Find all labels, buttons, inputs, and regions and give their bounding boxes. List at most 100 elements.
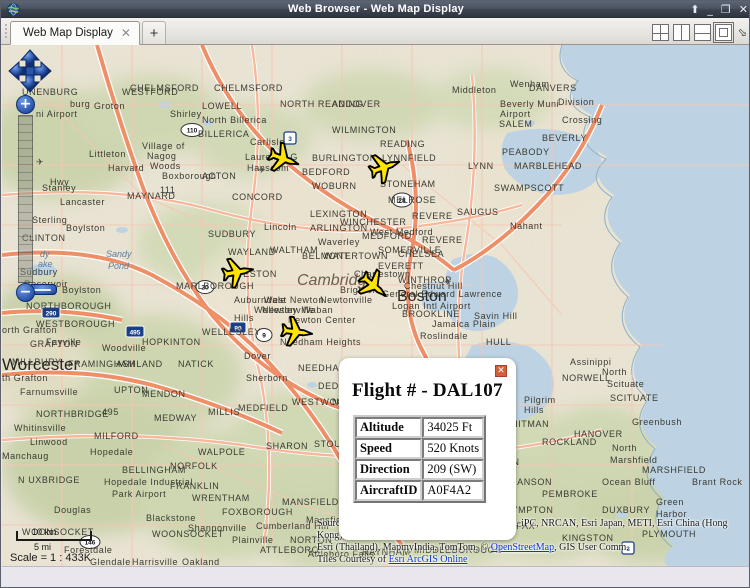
svg-text:Chestnut Hill: Chestnut Hill — [404, 281, 463, 291]
svg-text:MILLIS: MILLIS — [208, 407, 240, 417]
svg-text:WILMINGTON: WILMINGTON — [332, 125, 396, 135]
layout-single-pane-icon[interactable] — [715, 24, 732, 41]
svg-text:SWAMPSCOTT: SWAMPSCOTT — [494, 183, 564, 193]
svg-text:HOPKINTON: HOPKINTON — [142, 337, 201, 347]
row-value-altitude: 34025 Ft — [422, 417, 484, 438]
aircraft-marker-5[interactable] — [278, 313, 316, 351]
svg-text:Farnumsville: Farnumsville — [20, 387, 78, 397]
svg-text:Scituate: Scituate — [607, 379, 644, 389]
svg-text:N UXBRIDGE: N UXBRIDGE — [18, 475, 80, 485]
svg-text:HULL: HULL — [486, 337, 511, 347]
svg-text:NORTHBRIDGE: NORTHBRIDGE — [36, 409, 109, 419]
svg-text:ANDOVER: ANDOVER — [332, 99, 381, 109]
svg-text:BEDFORD: BEDFORD — [302, 167, 350, 177]
scale-mi-label: 5 mi — [34, 542, 51, 552]
svg-text:Groton: Groton — [94, 101, 125, 111]
svg-text:NORTHBOROUGH: NORTHBOROUGH — [26, 301, 112, 311]
window-title: Web Browser - Web Map Display — [1, 3, 750, 15]
svg-text:REVERE: REVERE — [422, 235, 463, 245]
minimize-button[interactable]: _ — [707, 4, 713, 15]
attribution-line-3: Tiles Courtesy of Esri ArcGIS Online — [317, 554, 747, 566]
svg-text:Park Airport: Park Airport — [112, 489, 166, 499]
tab-close-icon[interactable]: ✕ — [119, 27, 133, 39]
svg-text:WINCHESTER: WINCHESTER — [340, 217, 407, 227]
svg-text:Shirley: Shirley — [170, 109, 202, 119]
svg-text:SUDBURY: SUDBURY — [208, 229, 256, 239]
svg-text:NORFOLK: NORFOLK — [170, 461, 218, 471]
svg-text:BEVERLY: BEVERLY — [542, 133, 587, 143]
svg-text:Green: Green — [656, 497, 684, 507]
svg-text:495: 495 — [130, 330, 141, 337]
svg-text:Brant Rock: Brant Rock — [692, 477, 743, 487]
maximize-button[interactable]: ❐ — [721, 4, 731, 15]
table-row: AircraftID A0F4A2 — [355, 480, 484, 501]
svg-text:CHELMSFORD: CHELMSFORD — [214, 83, 283, 93]
svg-text:111: 111 — [160, 185, 175, 195]
openstreetmap-link[interactable]: OpenStreetMap — [491, 542, 554, 553]
svg-text:WALPOLE: WALPOLE — [198, 447, 245, 457]
svg-text:SAUGUS: SAUGUS — [457, 207, 499, 217]
svg-text:Lincoln: Lincoln — [264, 222, 297, 232]
svg-text:Crossing: Crossing — [562, 115, 602, 125]
layout-vertical-split-icon[interactable] — [673, 24, 690, 41]
svg-text:SHARON: SHARON — [266, 441, 308, 451]
toolbar-grip-icon[interactable] — [1, 17, 10, 44]
zoom-out-button[interactable]: − — [16, 283, 35, 302]
row-label-speed: Speed — [355, 438, 422, 459]
svg-text:MENDON: MENDON — [142, 389, 186, 399]
undock-arrow-icon[interactable]: ⬂ — [736, 26, 747, 39]
esri-arcgis-online-link[interactable]: Esri ArcGIS Online — [389, 554, 468, 565]
svg-text:BILLERICA: BILLERICA — [198, 129, 249, 139]
scale-km-label: 10 km — [32, 527, 57, 537]
svg-text:MARSHFIELD: MARSHFIELD — [642, 465, 706, 475]
shield-i495: 495 — [126, 326, 144, 337]
tab-web-map-display[interactable]: Web Map Display ✕ — [10, 21, 140, 45]
svg-text:WOONSOCKET: WOONSOCKET — [152, 529, 224, 539]
pan-up-icon — [21, 50, 39, 67]
map-viewport[interactable]: 495 290 90 110 3 — [2, 45, 750, 568]
attribution-line-2-pre: Esri (Thailand), MapmyIndia, TomTom, © — [317, 542, 491, 553]
svg-text:Hills: Hills — [524, 405, 544, 415]
svg-text:WRENTHAM: WRENTHAM — [192, 493, 250, 503]
svg-text:Marshfield: Marshfield — [610, 455, 658, 465]
svg-text:dy: dy — [40, 249, 50, 259]
always-on-top-button[interactable]: ⬆ — [690, 4, 699, 15]
svg-text:HANSON: HANSON — [510, 477, 552, 487]
svg-text:Manchaug: Manchaug — [2, 451, 49, 461]
svg-text:MELROSE: MELROSE — [388, 195, 436, 205]
svg-text:WOBURN: WOBURN — [312, 181, 357, 191]
popup-close-icon[interactable]: ✕ — [495, 365, 507, 377]
attribution-line-2: Esri (Thailand), MapmyIndia, TomTom, © O… — [317, 542, 747, 554]
layout-horizontal-split-icon[interactable] — [694, 24, 711, 41]
svg-text:Sterling: Sterling — [32, 215, 67, 225]
aircraft-marker-3[interactable] — [218, 252, 257, 291]
svg-text:WELLESLEY: WELLESLEY — [202, 327, 261, 337]
row-label-altitude: Altitude — [355, 417, 422, 438]
svg-text:FOXBOROUGH: FOXBOROUGH — [222, 507, 293, 517]
svg-text:ake: ake — [38, 259, 53, 269]
svg-text:Greenbush: Greenbush — [632, 417, 682, 427]
svg-text:ni Airport: ni Airport — [36, 109, 78, 119]
row-value-aircraftid: A0F4A2 — [422, 480, 484, 501]
svg-text:LOWELL: LOWELL — [202, 101, 242, 111]
svg-text:Littleton: Littleton — [89, 149, 126, 159]
svg-text:Plainville: Plainville — [232, 535, 274, 545]
svg-text:Assinippi: Assinippi — [570, 357, 611, 367]
svg-text:North Billerica: North Billerica — [202, 115, 267, 125]
svg-text:Hopedale: Hopedale — [90, 447, 133, 457]
svg-text:th Grafton: th Grafton — [2, 373, 48, 383]
layout-grid-icon[interactable] — [652, 24, 669, 41]
zoom-slider-track[interactable] — [18, 115, 33, 283]
svg-text:MEDFIELD: MEDFIELD — [238, 403, 288, 413]
close-button[interactable]: ✕ — [739, 4, 748, 15]
svg-text:Nagog: Nagog — [147, 151, 177, 161]
map-scale-bar: 10 km 5 mi Scale = 1 : 433K — [10, 528, 96, 564]
pan-control[interactable] — [8, 49, 52, 93]
svg-text:SALEM: SALEM — [499, 119, 533, 129]
svg-text:Sandy: Sandy — [106, 249, 132, 259]
new-tab-button[interactable]: + — [142, 21, 166, 44]
zoom-in-button[interactable]: + — [16, 95, 35, 114]
svg-text:DANVERS: DANVERS — [529, 83, 577, 93]
attribution-line-3-pre: Tiles Courtesy of — [317, 554, 389, 565]
svg-text:Ocean Bluff: Ocean Bluff — [602, 477, 655, 487]
